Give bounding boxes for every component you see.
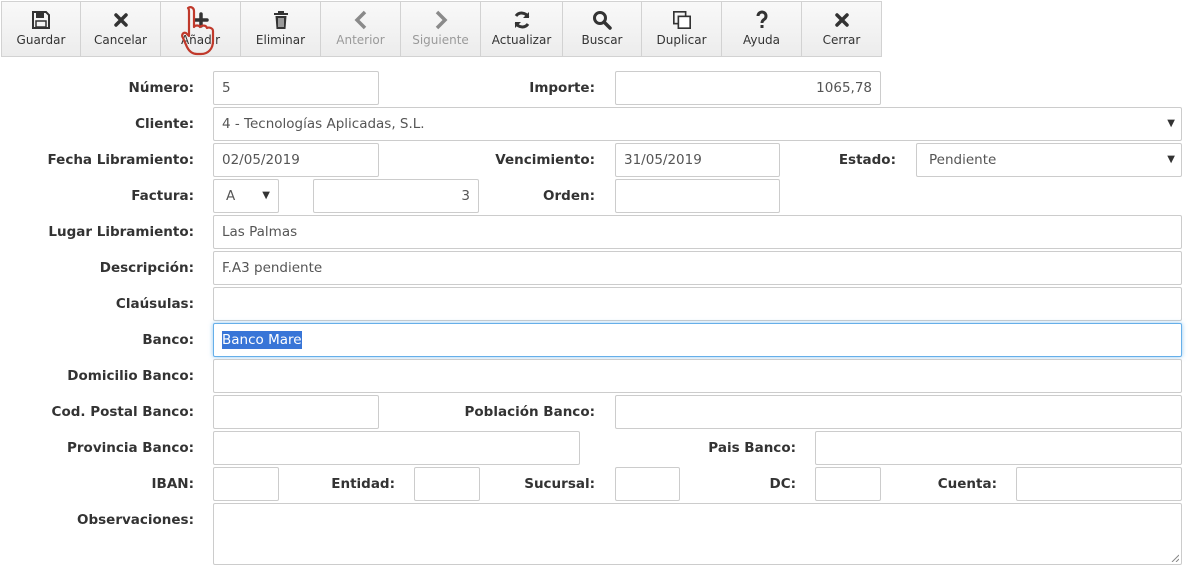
entidad-label: Entidad: [331, 476, 395, 492]
factura-serie-value: A [226, 188, 236, 204]
question-icon [752, 10, 772, 30]
provincia-banco-field[interactable] [213, 431, 580, 465]
save-icon [31, 10, 51, 30]
close-icon [111, 10, 131, 30]
search-button[interactable]: Buscar [563, 1, 642, 57]
search-icon [592, 10, 612, 30]
poblacion-banco-field[interactable] [615, 395, 1182, 429]
dropdown-arrow-icon: ▼ [1167, 118, 1175, 129]
vencimiento-field[interactable]: 31/05/2019 [615, 143, 780, 177]
fecha-libramiento-label: Fecha Libramiento: [47, 152, 194, 168]
previous-label: Anterior [336, 33, 385, 47]
copy-icon [672, 10, 692, 30]
vencimiento-label: Vencimiento: [495, 152, 595, 168]
close-label: Cerrar [822, 33, 861, 47]
iban-label: IBAN: [151, 476, 194, 492]
dc-field[interactable] [815, 467, 881, 501]
next-label: Siguiente [412, 33, 469, 47]
observaciones-label: Observaciones: [76, 512, 194, 528]
chevron-left-icon [351, 10, 371, 30]
pais-banco-label: Pais Banco: [708, 440, 796, 456]
search-label: Buscar [581, 33, 623, 47]
banco-field[interactable]: Banco Mare [213, 323, 1182, 357]
estado-label: Estado: [838, 152, 896, 168]
refresh-icon [512, 10, 532, 30]
banco-value: Banco Mare [222, 331, 302, 349]
duplicate-label: Duplicar [656, 33, 707, 47]
lugar-libramiento-field[interactable]: Las Palmas [213, 215, 1182, 249]
trash-icon [271, 10, 291, 30]
pais-banco-field[interactable] [815, 431, 1182, 465]
estado-select[interactable]: Pendiente ▼ [916, 143, 1182, 177]
previous-button[interactable]: Anterior [321, 1, 401, 57]
duplicate-button[interactable]: Duplicar [642, 1, 722, 57]
descripcion-field[interactable]: F.A3 pendiente [213, 251, 1182, 285]
banco-label: Banco: [142, 332, 194, 348]
dropdown-arrow-icon: ▼ [262, 190, 270, 201]
refresh-button[interactable]: Actualizar [481, 1, 563, 57]
add-button[interactable]: Añadir [161, 1, 241, 57]
close-icon [832, 10, 852, 30]
refresh-label: Actualizar [491, 33, 552, 47]
descripcion-label: Descripción: [99, 260, 194, 276]
resize-handle-icon[interactable] [1171, 554, 1179, 562]
cliente-label: Cliente: [135, 116, 194, 132]
cliente-select[interactable]: 4 - Tecnologías Aplicadas, S.L. ▼ [213, 107, 1182, 141]
lugar-libramiento-label: Lugar Libramiento: [48, 224, 194, 240]
clausulas-field[interactable] [213, 287, 1182, 321]
cancel-button[interactable]: Cancelar [81, 1, 161, 57]
save-button[interactable]: Guardar [1, 1, 81, 57]
chevron-right-icon [431, 10, 451, 30]
entidad-field[interactable] [414, 467, 480, 501]
next-button[interactable]: Siguiente [401, 1, 481, 57]
factura-label: Factura: [131, 188, 194, 204]
fecha-libramiento-field[interactable]: 02/05/2019 [213, 143, 379, 177]
domicilio-banco-field[interactable] [213, 359, 1182, 393]
clausulas-label: Claúsulas: [115, 296, 194, 312]
close-button[interactable]: Cerrar [802, 1, 882, 57]
dc-label: DC: [769, 476, 796, 492]
sucursal-label: Sucursal: [524, 476, 595, 492]
orden-field[interactable] [615, 179, 780, 213]
provincia-banco-label: Provincia Banco: [67, 440, 194, 456]
delete-label: Eliminar [255, 33, 306, 47]
dropdown-arrow-icon: ▼ [1167, 154, 1175, 165]
cod-postal-banco-label: Cod. Postal Banco: [51, 404, 194, 420]
sucursal-field[interactable] [615, 467, 680, 501]
factura-serie-select[interactable]: A ▼ [213, 179, 279, 213]
help-button[interactable]: Ayuda [722, 1, 802, 57]
plus-icon [191, 10, 211, 30]
iban-field[interactable] [213, 467, 279, 501]
numero-label: Número: [128, 80, 194, 96]
delete-button[interactable]: Eliminar [241, 1, 321, 57]
cliente-value: 4 - Tecnologías Aplicadas, S.L. [222, 116, 425, 132]
save-label: Guardar [16, 33, 66, 47]
toolbar: Guardar Cancelar Añadir Eliminar Anterio… [1, 1, 882, 57]
domicilio-banco-label: Domicilio Banco: [67, 368, 194, 384]
add-label: Añadir [180, 33, 221, 47]
orden-label: Orden: [543, 188, 595, 204]
poblacion-banco-label: Población Banco: [464, 404, 595, 420]
cuenta-field[interactable] [1016, 467, 1182, 501]
cuenta-label: Cuenta: [937, 476, 997, 492]
numero-field[interactable]: 5 [213, 71, 379, 105]
importe-label: Importe: [529, 80, 595, 96]
estado-value: Pendiente [929, 152, 997, 168]
cancel-label: Cancelar [94, 33, 147, 47]
observaciones-textarea[interactable] [213, 503, 1182, 565]
help-label: Ayuda [742, 33, 781, 47]
cod-postal-banco-field[interactable] [213, 395, 379, 429]
importe-field[interactable]: 1065,78 [615, 71, 881, 105]
